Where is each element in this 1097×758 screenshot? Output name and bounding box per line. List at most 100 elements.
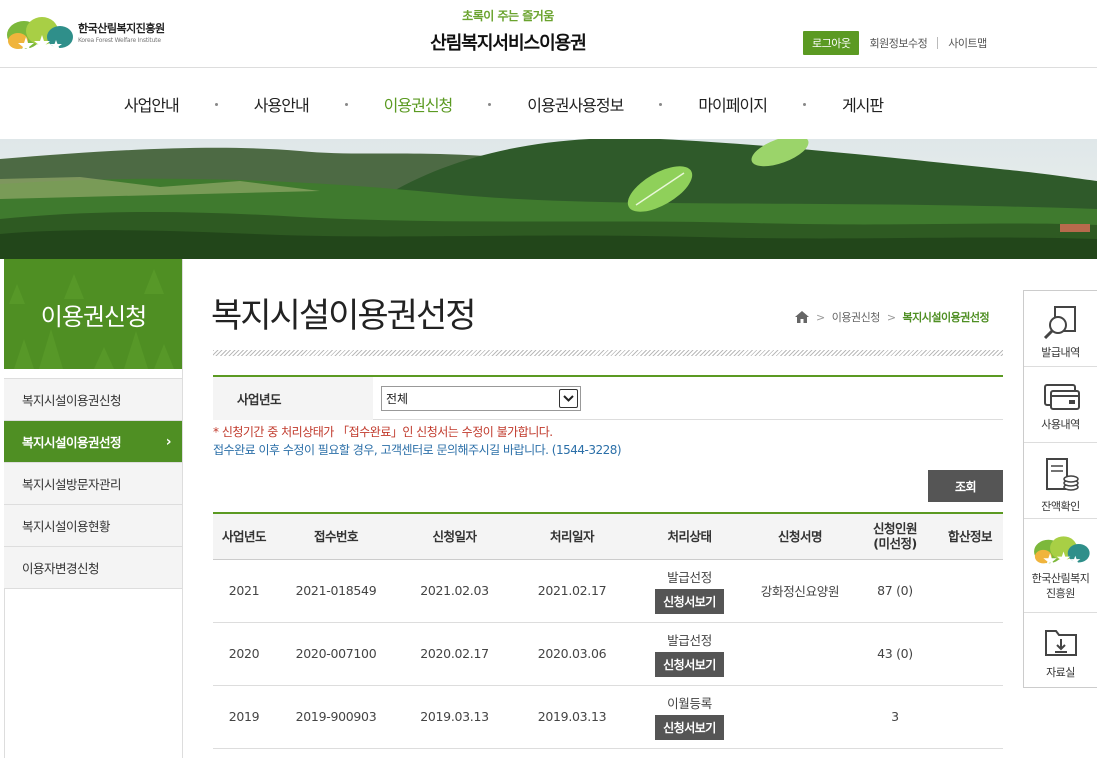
home-icon[interactable] <box>795 311 809 323</box>
cell-applicant-count: 3 <box>853 685 937 749</box>
selection-table: 사업년도 접수번호 신청일자 처리일자 처리상태 신청서명 신청인원 (미선정) … <box>213 512 1003 749</box>
quick-label: 자료실 <box>1046 666 1075 679</box>
view-application-button[interactable]: 신청서보기 <box>655 652 724 677</box>
lnb-item-label: 이용자변경신청 <box>22 561 100 576</box>
breadcrumb-separator: > <box>816 310 825 324</box>
gnb-item-board[interactable]: 게시판 <box>842 92 884 116</box>
cell-sum-info <box>937 685 1003 749</box>
table-row: 2021 2021-018549 2021.02.03 2021.02.17 발… <box>213 559 1003 623</box>
gnb-divider <box>802 102 806 106</box>
view-application-button[interactable]: 신청서보기 <box>655 589 724 614</box>
cell-applicant-count: 87 (0) <box>853 559 937 623</box>
lnb-item-label: 복지시설이용권신청 <box>22 393 122 408</box>
quick-item-institute[interactable]: 한국산림복지 진흥원 <box>1024 519 1097 613</box>
utility-menu: 로그아웃 회원정보수정 사이트맵 <box>803 31 987 55</box>
col-header-receipt-no: 접수번호 <box>275 512 397 560</box>
view-application-button[interactable]: 신청서보기 <box>655 715 724 740</box>
logo-icon <box>1033 536 1090 565</box>
sitemap-link[interactable]: 사이트맵 <box>948 35 987 51</box>
lnb-bottom-border <box>4 588 183 758</box>
table-row: 2019 2019-900903 2019.03.13 2019.03.13 이… <box>213 685 1003 749</box>
lnb-item-label: 복지시설방문자관리 <box>22 477 122 492</box>
search-button[interactable]: 조회 <box>928 470 1003 502</box>
quick-label-line1: 한국산림복지 <box>1031 572 1090 585</box>
cell-year: 2020 <box>213 622 275 686</box>
cell-status: 발급선정 신청서보기 <box>632 622 747 686</box>
left-nav: 복지시설이용권신청 복지시설이용권선정 › 복지시설방문자관리 복지시설이용현황 … <box>4 378 183 589</box>
quick-label: 한국산림복지 진흥원 <box>1032 571 1090 601</box>
status-text: 이월등록 <box>667 696 712 711</box>
col-header-application-name: 신청서명 <box>747 512 853 560</box>
gnb-item-apply[interactable]: 이용권신청 <box>384 92 454 116</box>
breadcrumb: > 이용권신청 > 복지시설이용권선정 <box>795 309 990 325</box>
table-row: 2020 2020-007100 2020.02.17 2020.03.06 발… <box>213 622 1003 686</box>
chevron-down-icon <box>559 389 578 408</box>
quick-item-usage-history[interactable]: 사용내역 <box>1024 367 1097 443</box>
receipt-coins-icon <box>1045 458 1079 491</box>
gnb-divider <box>344 102 348 106</box>
cell-applicant-count: 43 (0) <box>853 622 937 686</box>
forest-banner <box>0 139 1097 259</box>
gnb-item-usage-info[interactable]: 이용권사용정보 <box>527 92 624 116</box>
cell-year: 2021 <box>213 559 275 623</box>
forest-landscape-image <box>0 139 1097 259</box>
global-nav: 사업안내 사용안내 이용권신청 이용권사용정보 마이페이지 게시판 <box>0 69 1097 139</box>
year-select[interactable]: 전체 <box>381 386 581 411</box>
cell-apply-date: 2019.03.13 <box>397 685 512 749</box>
year-select-value: 전체 <box>386 392 409 406</box>
lnb-item-facility-status[interactable]: 복지시설이용현황 <box>4 505 183 547</box>
breadcrumb-current: 복지시설이용권선정 <box>902 311 990 324</box>
title-hatch-divider <box>213 350 1003 356</box>
table-header-row: 사업년도 접수번호 신청일자 처리일자 처리상태 신청서명 신청인원 (미선정) … <box>213 512 1003 560</box>
cell-receipt-no: 2020-007100 <box>275 622 397 686</box>
col-header-year: 사업년도 <box>213 512 275 560</box>
cell-process-date: 2021.02.17 <box>512 559 632 623</box>
logout-button[interactable]: 로그아웃 <box>803 31 860 55</box>
gnb-item-business[interactable]: 사업안내 <box>124 92 180 116</box>
quick-item-issue-history[interactable]: 발급내역 <box>1024 291 1097 367</box>
site-slogan: 초록이 주는 즐거움 <box>462 9 554 23</box>
lnb-item-label: 복지시설이용현황 <box>22 519 111 534</box>
page-title: 복지시설이용권선정 <box>211 296 477 336</box>
cell-apply-date: 2021.02.03 <box>397 559 512 623</box>
gnb-divider <box>488 102 492 106</box>
cell-process-date: 2020.03.06 <box>512 622 632 686</box>
cell-application-name: 강화정신요양원 <box>747 559 853 623</box>
breadcrumb-separator: > <box>886 310 896 324</box>
cell-receipt-no: 2019-900903 <box>275 685 397 749</box>
lnb-item-visitor-manage[interactable]: 복지시설방문자관리 <box>4 463 183 505</box>
cell-receipt-no: 2021-018549 <box>275 559 397 623</box>
quick-label: 잔액확인 <box>1041 500 1080 513</box>
col-header-sum-info: 합산정보 <box>937 512 1003 560</box>
breadcrumb-item[interactable]: 이용권신청 <box>832 309 881 325</box>
col-header-apply-date: 신청일자 <box>397 512 512 560</box>
notice-edit-restriction: * 신청기간 중 처리상태가 「접수완료」인 신청서는 수정이 불가합니다. <box>213 425 553 439</box>
magnifier-document-icon <box>1043 306 1076 339</box>
lnb-item-user-change[interactable]: 이용자변경신청 <box>4 547 183 589</box>
edit-profile-link[interactable]: 회원정보수정 <box>869 35 927 51</box>
lnb-divider <box>182 259 183 758</box>
quick-item-archive[interactable]: 자료실 <box>1024 613 1097 689</box>
lnb-item-facility-select[interactable]: 복지시설이용권선정 › <box>4 421 183 463</box>
quick-menu: 발급내역 사용내역 잔액확인 한국산림복지 진흥원 자료실 <box>1023 290 1097 688</box>
cell-status: 이월등록신청서보기 <box>632 685 747 749</box>
gnb-divider <box>659 102 663 106</box>
lnb-item-label: 복지시설이용권선정 <box>22 435 122 450</box>
chevron-right-icon: › <box>165 434 172 450</box>
utility-divider <box>937 37 939 49</box>
gnb-item-usage[interactable]: 사용안내 <box>254 92 310 116</box>
col-header-process-date: 처리일자 <box>512 512 632 560</box>
gnb-item-mypage[interactable]: 마이페이지 <box>698 92 768 116</box>
col-header-applicant-count: 신청인원 (미선정) <box>853 512 937 560</box>
col-header-count-line2: (미선정) <box>873 536 917 552</box>
site-header: 한국산림복지진흥원 Korea Forest Welfare Institute… <box>0 0 1097 68</box>
quick-item-balance-check[interactable]: 잔액확인 <box>1024 443 1097 519</box>
col-header-count-line1: 신청인원 <box>872 521 918 537</box>
quick-label: 발급내역 <box>1041 346 1080 359</box>
gnb-divider <box>214 102 218 106</box>
lnb-item-facility-apply[interactable]: 복지시설이용권신청 <box>4 379 183 421</box>
cell-apply-date: 2020.02.17 <box>397 622 512 686</box>
cell-sum-info <box>937 559 1003 623</box>
folder-download-icon <box>1044 630 1077 656</box>
year-label: 사업년도 <box>213 377 373 420</box>
